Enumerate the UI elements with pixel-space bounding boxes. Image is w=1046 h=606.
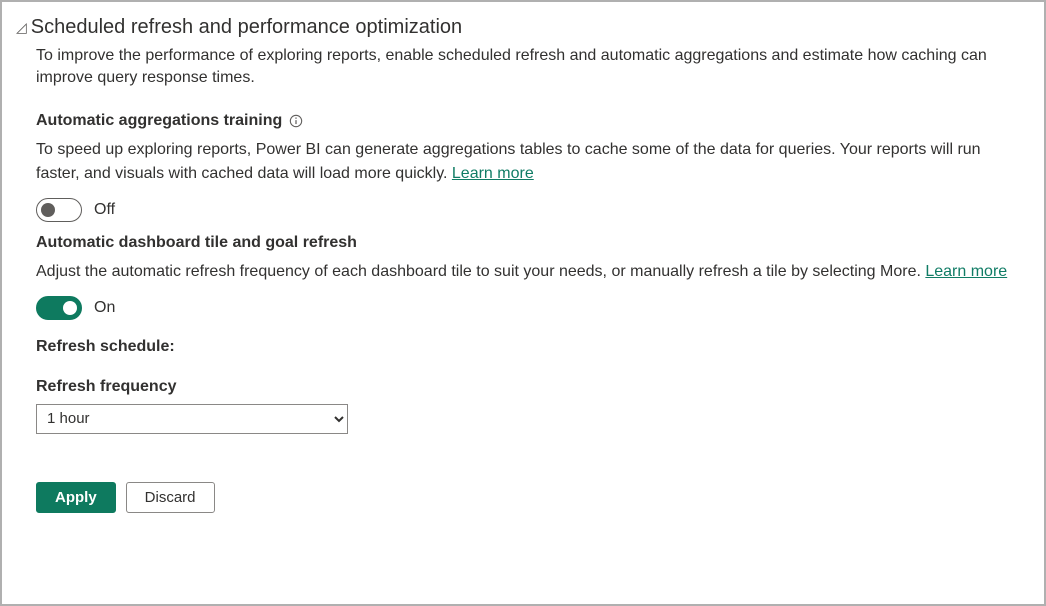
apply-button[interactable]: Apply — [36, 482, 116, 513]
aggregations-toggle-label: Off — [94, 201, 115, 219]
refresh-frequency-label: Refresh frequency — [36, 378, 1026, 396]
dashboard-refresh-toggle-label: On — [94, 299, 115, 317]
dashboard-refresh-toggle[interactable] — [36, 296, 82, 320]
section-description: To improve the performance of exploring … — [36, 45, 1026, 90]
aggregations-toggle[interactable] — [36, 198, 82, 222]
dashboard-refresh-toggle-row: On — [36, 296, 1026, 320]
dashboard-refresh-title: Automatic dashboard tile and goal refres… — [36, 234, 1026, 252]
section-title: Scheduled refresh and performance optimi… — [31, 16, 462, 39]
dashboard-refresh-description-text: Adjust the automatic refresh frequency o… — [36, 263, 925, 280]
aggregations-title: Automatic aggregations training — [36, 112, 282, 130]
aggregations-header: Automatic aggregations training — [36, 112, 1026, 130]
toggle-knob — [63, 301, 77, 315]
section-header[interactable]: ◿ Scheduled refresh and performance opti… — [16, 16, 1026, 39]
dashboard-refresh-description: Adjust the automatic refresh frequency o… — [36, 260, 1026, 284]
aggregations-learn-more-link[interactable]: Learn more — [452, 165, 534, 182]
info-icon[interactable] — [288, 113, 304, 129]
toggle-knob — [41, 203, 55, 217]
section-content: To improve the performance of exploring … — [16, 45, 1026, 513]
refresh-schedule-label: Refresh schedule: — [36, 338, 1026, 356]
discard-button[interactable]: Discard — [126, 482, 215, 513]
aggregations-description: To speed up exploring reports, Power BI … — [36, 138, 1026, 186]
refresh-frequency-select[interactable]: 1 hour — [36, 404, 348, 434]
aggregations-toggle-row: Off — [36, 198, 1026, 222]
button-row: Apply Discard — [36, 482, 1026, 513]
dashboard-refresh-learn-more-link[interactable]: Learn more — [925, 263, 1007, 280]
expand-collapse-icon[interactable]: ◿ — [16, 19, 27, 36]
